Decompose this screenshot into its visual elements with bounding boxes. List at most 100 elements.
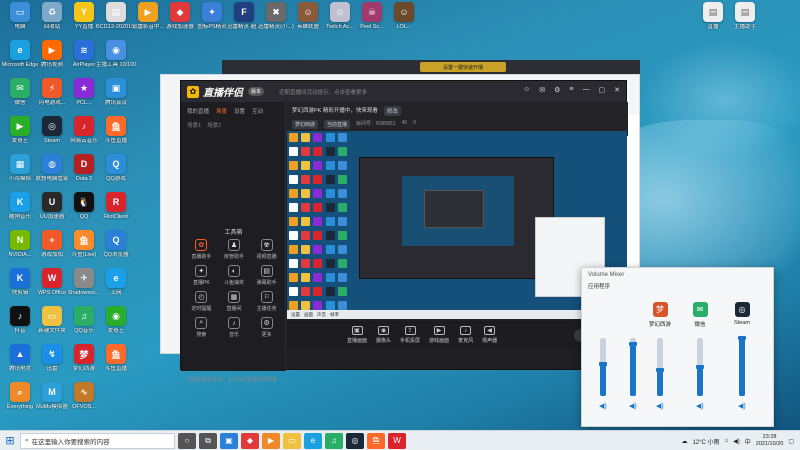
desktop-icon[interactable]: ▣ 腾讯会议 [96, 78, 136, 118]
tool-item[interactable]: ▦ 直播间 [218, 291, 251, 312]
tool-item[interactable]: ⚙ 更多 [250, 317, 283, 338]
network-icon[interactable]: ⌂ [725, 438, 729, 444]
desktop-icon[interactable]: e 上网 [96, 268, 136, 308]
control-button[interactable]: ◀ 扬声器 [482, 326, 497, 344]
taskbar-app-icon[interactable]: W [388, 432, 406, 449]
taskbar-app-icon[interactable]: ○ [178, 432, 196, 449]
volume-thumb[interactable] [629, 341, 637, 346]
close-icon[interactable]: ✕ [614, 86, 620, 94]
desktop-icon[interactable]: ◉ 爱奇艺 [96, 306, 136, 346]
tool-item[interactable]: ♪ 音乐 [218, 317, 251, 338]
desktop-icon[interactable]: Q QQ游戏 [96, 154, 136, 194]
mini-app-icon [325, 287, 335, 296]
preview-toolbar-item[interactable]: 帧率 [330, 312, 339, 318]
control-button[interactable]: ♪ 麦克风 [458, 326, 473, 344]
scene-item[interactable]: 场景1 [187, 121, 201, 129]
tool-item[interactable]: ☢ 视频直播 [250, 239, 283, 260]
speaker-icon[interactable]: ◀) [656, 402, 664, 410]
maximize-icon[interactable]: ▢ [599, 86, 606, 94]
tool-item[interactable]: ✦ 直播PK [185, 265, 218, 286]
taskbar-app-icon[interactable]: ◎ [346, 432, 364, 449]
tool-icon: ✿ [195, 239, 208, 251]
speaker-icon[interactable]: ◀) [599, 402, 607, 410]
windows-start-icon[interactable]: ⊞ [0, 431, 20, 450]
preview-toolbar-item[interactable]: 画面 [304, 312, 313, 318]
system-volume-slider[interactable] [629, 338, 637, 396]
taskbar-app-icon[interactable]: ▣ [220, 432, 238, 449]
left-tab[interactable]: 互动 [252, 107, 263, 115]
volume-thumb[interactable] [738, 336, 746, 340]
menu-icon[interactable]: ≡ [569, 86, 573, 94]
ime-icon[interactable]: 中 [745, 437, 751, 446]
tool-item[interactable]: ▤ 弹幕助手 [250, 265, 283, 286]
tool-item[interactable]: ✿ 直播助手 [185, 239, 218, 260]
app-icon: ↯ [42, 344, 62, 364]
app-volume-slider[interactable] [696, 338, 704, 396]
taskbar-app-icon[interactable]: ▶ [262, 432, 280, 449]
tool-item[interactable]: ♟ 房管助手 [218, 239, 251, 260]
tool-item[interactable]: ⚐ 主播任务 [250, 291, 283, 312]
control-button[interactable]: ▶ 游戏画面 [429, 326, 449, 344]
desktop-icon[interactable]: ∿ OFVOS... [64, 382, 104, 422]
preview-toolbar-item[interactable]: 设置 [291, 312, 300, 318]
left-tab[interactable]: 场景 [216, 107, 227, 115]
app-icon: ▣ [106, 78, 126, 98]
volume-thumb[interactable] [599, 362, 607, 367]
desktop-icon[interactable]: R RiotClient [96, 192, 136, 232]
taskbar-app-icon[interactable]: ▭ [283, 432, 301, 449]
skin-icon[interactable]: ☺ [523, 86, 530, 94]
quick-start-button[interactable]: 设置一键快速开播 [420, 62, 506, 72]
stream-meta-item[interactable]: 梦幻西游 [292, 120, 319, 129]
taskbar-app-icon[interactable]: ⧉ [199, 432, 217, 449]
speaker-icon[interactable]: ◀) [696, 402, 704, 410]
speaker-icon[interactable]: ◀) [738, 402, 746, 410]
clock[interactable]: 23:28 2021/10/20 [756, 434, 784, 448]
desktop-icon[interactable]: ◉ 主播工具 10/1000... [96, 40, 136, 80]
tool-item[interactable]: ◐ 斗鱼抽奖 [218, 265, 251, 286]
notice-text[interactable]: 近期直播间活动提示，点击查看更多 [279, 88, 367, 96]
stream-preview[interactable] [287, 131, 627, 319]
volume-thumb[interactable] [696, 365, 704, 369]
control-button[interactable]: ▣ 直播画面 [347, 326, 367, 344]
app-volume-slider[interactable] [656, 338, 664, 396]
desktop-icon[interactable]: Q QQ浏览器 [96, 230, 136, 270]
tool-item[interactable]: ⌕ 搜索 [185, 317, 218, 338]
stream-meta-item[interactable]: 当前直播 [324, 120, 351, 129]
version-badge[interactable]: 版本 [248, 87, 265, 96]
notification-icon[interactable]: ▢ [788, 438, 794, 445]
desktop-icon[interactable]: ▤ 主播助手 [725, 2, 765, 42]
app-volume-slider[interactable] [738, 336, 746, 396]
volume-mixer: Volume Mixer 应用程序 ◀) ◀) 梦梦幻西游 ◀) ✉ 微信 ◀) ◎ Steam… [581, 267, 774, 427]
settings-icon[interactable]: ⚙ [554, 86, 560, 94]
taskbar-app-icon[interactable]: ♫ [325, 432, 343, 449]
control-button[interactable]: ⇪ 手机投屏 [400, 326, 420, 344]
scene-item[interactable]: 场景2 [207, 121, 221, 129]
weather-text[interactable]: 12°C 小雨 [692, 437, 719, 446]
taskbar-search[interactable]: ⌕ 在这里输入你要搜索的内容 [20, 432, 175, 449]
taskbar-app-icon[interactable]: e [304, 432, 322, 449]
app-icon: ◍ [42, 154, 62, 174]
app-icon: M [42, 382, 62, 402]
volume-icon[interactable]: ◀) [733, 438, 740, 445]
edit-title-button[interactable]: 修改 [383, 106, 401, 116]
app-icon: F [234, 2, 254, 22]
desktop-icon[interactable]: ☺ LOL... [384, 2, 424, 42]
left-tab[interactable]: 设置 [234, 107, 245, 115]
control-button[interactable]: ◉ 摄像头 [376, 326, 391, 344]
volume-thumb[interactable] [656, 367, 664, 372]
minimize-icon[interactable]: — [583, 86, 590, 94]
taskbar-app-icon[interactable]: ◆ [241, 432, 259, 449]
tool-item[interactable]: ◴ 定时提醒 [185, 291, 218, 312]
left-tab[interactable]: 我的直播 [187, 107, 209, 115]
speaker-icon[interactable]: ◀) [629, 402, 637, 410]
desktop-icon[interactable]: 鱼斗鱼直播 [96, 344, 136, 384]
message-icon[interactable]: ✉ [539, 86, 545, 94]
weather-icon[interactable]: ☁ [681, 438, 687, 445]
taskbar-app-icon[interactable]: 鱼 [367, 432, 385, 449]
tool-icon: ◐ [227, 265, 240, 277]
system-volume-slider[interactable] [599, 338, 607, 396]
desktop-icon[interactable]: 鱼斗鱼直播 [96, 116, 136, 156]
preview-toolbar-item[interactable]: 声音 [317, 312, 326, 318]
bottom-tip[interactable]: 直播设置有更新，点击此处查看最新配置 [181, 376, 286, 383]
mini-app-icon [289, 287, 298, 296]
